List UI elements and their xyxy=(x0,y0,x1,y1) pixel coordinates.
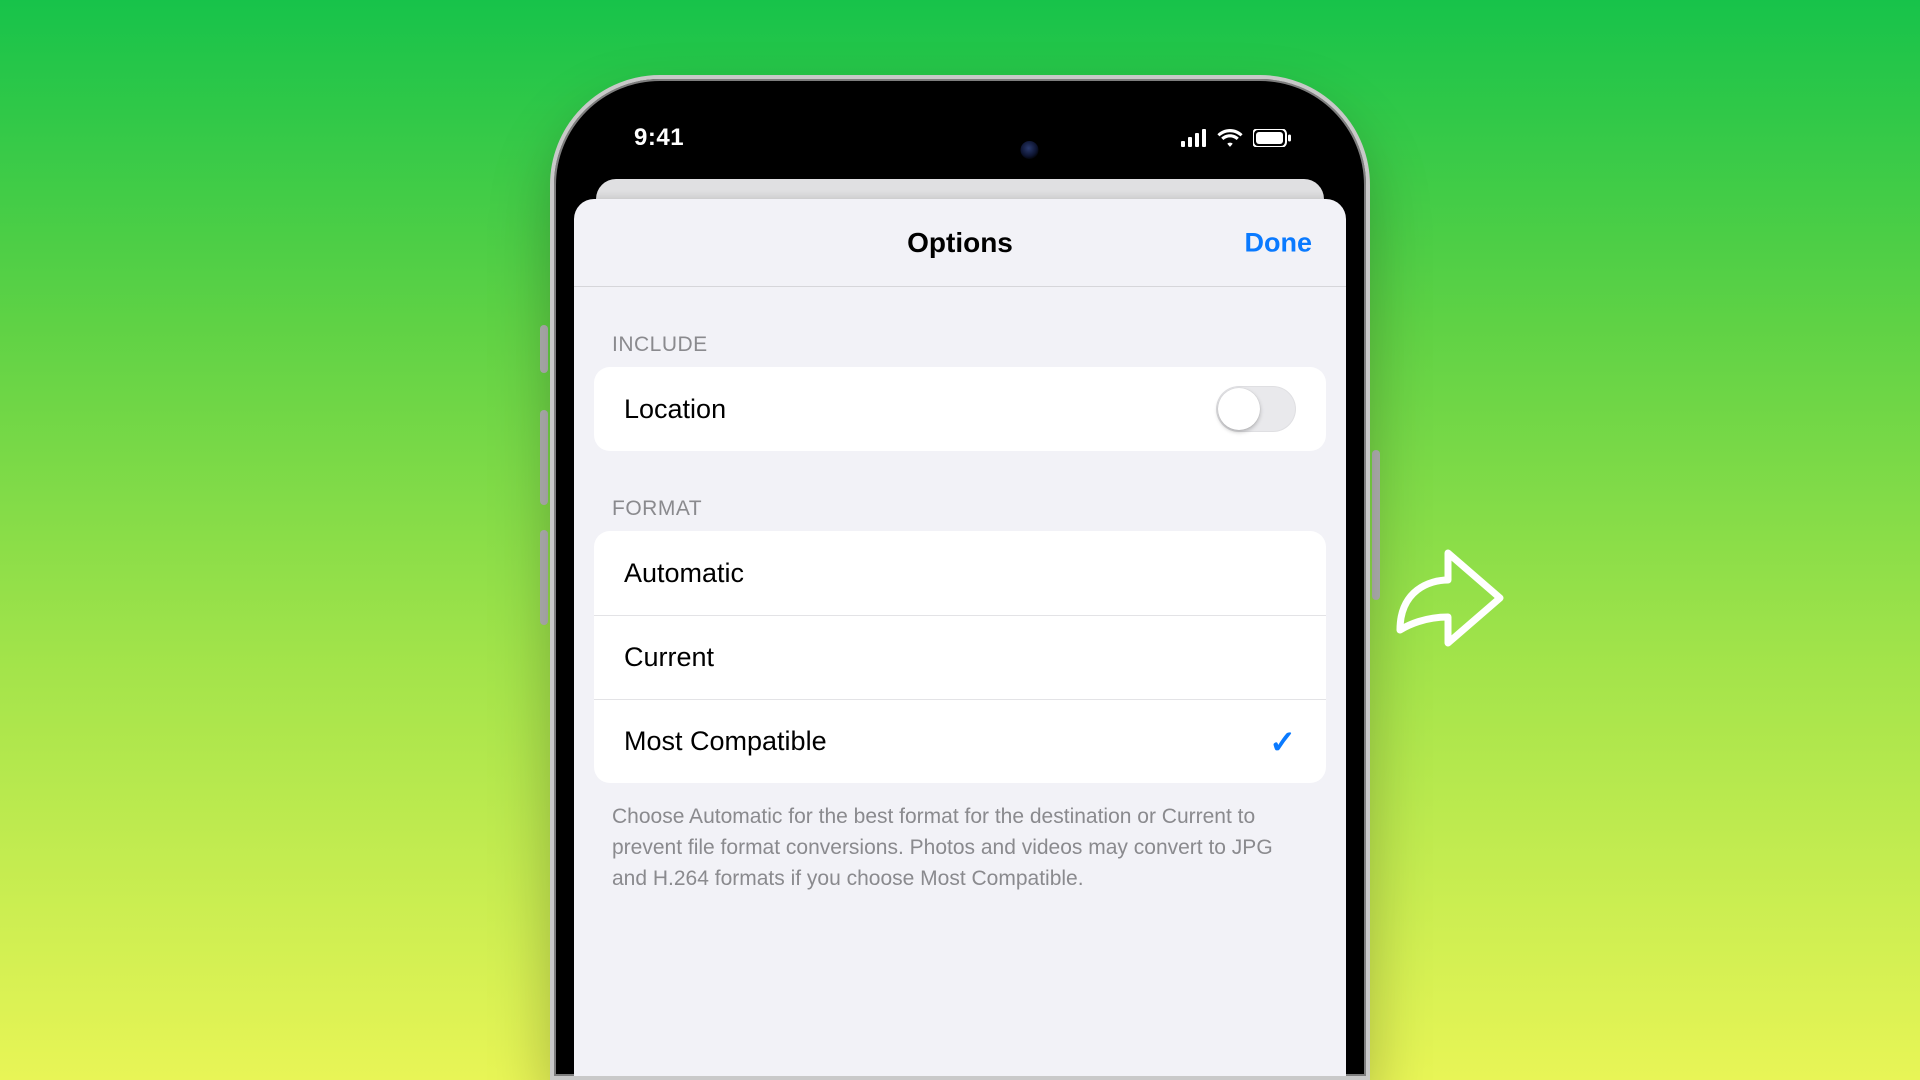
location-row[interactable]: Location xyxy=(594,367,1326,451)
done-button[interactable]: Done xyxy=(1245,227,1313,258)
location-label: Location xyxy=(624,394,726,425)
format-option-label: Current xyxy=(624,642,714,673)
format-option-most-compatible[interactable]: Most Compatible ✓ xyxy=(594,699,1326,783)
format-footer-text: Choose Automatic for the best format for… xyxy=(574,783,1346,914)
status-time: 9:41 xyxy=(634,124,684,152)
dynamic-island xyxy=(868,127,1053,172)
checkmark-icon: ✓ xyxy=(1269,723,1296,761)
battery-icon xyxy=(1253,129,1291,147)
options-sheet: Options Done INCLUDE Location FORMAT Aut… xyxy=(574,199,1346,1076)
share-arrow-icon xyxy=(1370,535,1510,670)
format-option-label: Most Compatible xyxy=(624,726,827,757)
mute-switch xyxy=(540,325,548,373)
section-label-include: INCLUDE xyxy=(574,287,1346,367)
format-option-current[interactable]: Current xyxy=(594,615,1326,699)
include-group: Location xyxy=(594,367,1326,451)
volume-down-button xyxy=(540,530,548,625)
phone-screen: 9:41 Options xyxy=(574,99,1346,1076)
sheet-title: Options xyxy=(907,227,1013,259)
format-option-automatic[interactable]: Automatic xyxy=(594,531,1326,615)
section-label-format: FORMAT xyxy=(574,451,1346,531)
front-camera-icon xyxy=(1021,141,1039,159)
sheet-header: Options Done xyxy=(574,199,1346,287)
format-option-label: Automatic xyxy=(624,558,744,589)
format-group: Automatic Current Most Compatible ✓ xyxy=(594,531,1326,783)
phone-frame: 9:41 Options xyxy=(550,75,1370,1080)
volume-up-button xyxy=(540,410,548,505)
cellular-icon xyxy=(1181,129,1207,147)
location-toggle[interactable] xyxy=(1216,386,1296,432)
wifi-icon xyxy=(1217,129,1243,148)
